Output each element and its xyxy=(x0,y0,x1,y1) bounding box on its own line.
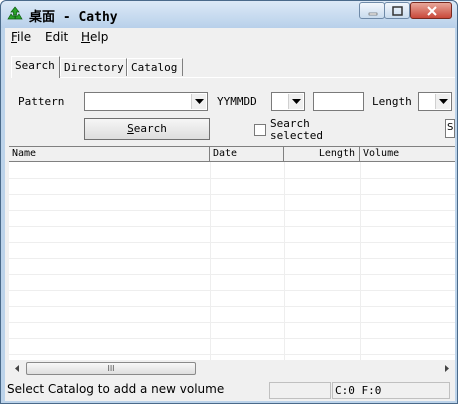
menu-file[interactable]: File xyxy=(11,30,31,44)
status-counts: C:0 F:0 xyxy=(332,382,450,399)
grid-row-line xyxy=(9,306,455,307)
window-title: 桌面 - Cathy xyxy=(29,10,118,25)
menu-edit-label: Edit xyxy=(45,30,69,44)
right-stub-field[interactable]: S xyxy=(445,119,455,138)
grid-row-line xyxy=(9,242,455,243)
search-selected-checkbox[interactable] xyxy=(254,124,266,136)
menu-file-label: ile xyxy=(17,30,32,44)
scroll-thumb[interactable]: III xyxy=(26,362,196,375)
grid-row-line xyxy=(9,274,455,275)
title-bar[interactable]: 桌面 - Cathy xyxy=(1,1,457,28)
yymmdd-label: YYMMDD xyxy=(217,95,257,108)
menu-help-label: elp xyxy=(90,30,109,44)
arrow-left-icon xyxy=(15,365,19,372)
column-header-volume[interactable]: Volume xyxy=(360,147,455,162)
grid-column-line xyxy=(210,162,211,362)
tab-directory[interactable]: Directory xyxy=(60,58,127,76)
length-op-dropdown-button[interactable] xyxy=(435,94,450,109)
grid-row-line xyxy=(9,258,455,259)
grid-row-line xyxy=(9,290,455,291)
column-header-name[interactable]: Name xyxy=(9,147,210,162)
date-op-combo[interactable] xyxy=(271,92,305,111)
results-grid[interactable]: Name Date Length Volume xyxy=(9,146,455,377)
grid-row-line xyxy=(9,354,455,355)
search-button[interactable]: Search xyxy=(84,118,210,140)
close-icon xyxy=(427,6,437,16)
tab-search[interactable]: Search xyxy=(11,56,60,78)
chevron-down-icon xyxy=(195,99,204,104)
length-label: Length xyxy=(372,95,412,108)
maximize-button[interactable] xyxy=(384,2,410,19)
grid-column-line xyxy=(360,162,361,362)
chevron-down-icon xyxy=(439,99,448,104)
search-selected-line2: selected xyxy=(270,129,323,142)
arrow-right-icon xyxy=(445,365,449,372)
maximize-icon xyxy=(392,6,403,16)
client-area: File Edit Help Search Directory Catalog … xyxy=(5,28,455,401)
status-middle-pane xyxy=(269,382,331,399)
status-bar: Select Catalog to add a new volume C:0 F… xyxy=(5,380,455,401)
grid-row-line xyxy=(9,178,455,179)
grid-row-line xyxy=(9,194,455,195)
menu-edit[interactable]: Edit xyxy=(45,30,68,44)
recycle-app-icon xyxy=(7,6,23,20)
tab-strip-line xyxy=(11,77,455,78)
scroll-left-button[interactable] xyxy=(9,360,26,377)
grid-column-line xyxy=(284,162,285,362)
close-button[interactable] xyxy=(410,2,452,19)
horizontal-scrollbar[interactable]: III xyxy=(9,360,455,377)
column-header-date[interactable]: Date xyxy=(210,147,284,162)
chevron-down-icon xyxy=(292,99,301,104)
length-op-combo[interactable] xyxy=(418,92,452,111)
status-message: Select Catalog to add a new volume xyxy=(7,382,225,396)
pattern-combo[interactable] xyxy=(84,92,208,111)
grid-row-line xyxy=(9,226,455,227)
date-input[interactable] xyxy=(313,92,364,111)
tab-catalog[interactable]: Catalog xyxy=(127,58,183,76)
menu-help[interactable]: Help xyxy=(81,30,108,44)
menu-bar: File Edit Help xyxy=(5,28,455,48)
menu-help-mnemonic: H xyxy=(81,30,91,44)
date-op-dropdown-button[interactable] xyxy=(288,94,303,109)
search-button-label: earch xyxy=(133,122,167,135)
column-header-length[interactable]: Length xyxy=(284,147,360,162)
pattern-dropdown-button[interactable] xyxy=(191,94,206,109)
grid-row-line xyxy=(9,322,455,323)
minimize-icon xyxy=(368,12,378,16)
search-selected-label: Search selected xyxy=(270,118,323,142)
app-window: 桌面 - Cathy File Edit Help Search Directo… xyxy=(0,0,458,404)
grid-row-line xyxy=(9,210,455,211)
minimize-button[interactable] xyxy=(359,2,385,19)
search-button-mnemonic: S xyxy=(127,122,134,135)
pattern-label: Pattern xyxy=(18,95,65,108)
scroll-right-button[interactable] xyxy=(438,360,455,377)
grid-row-line xyxy=(9,338,455,339)
